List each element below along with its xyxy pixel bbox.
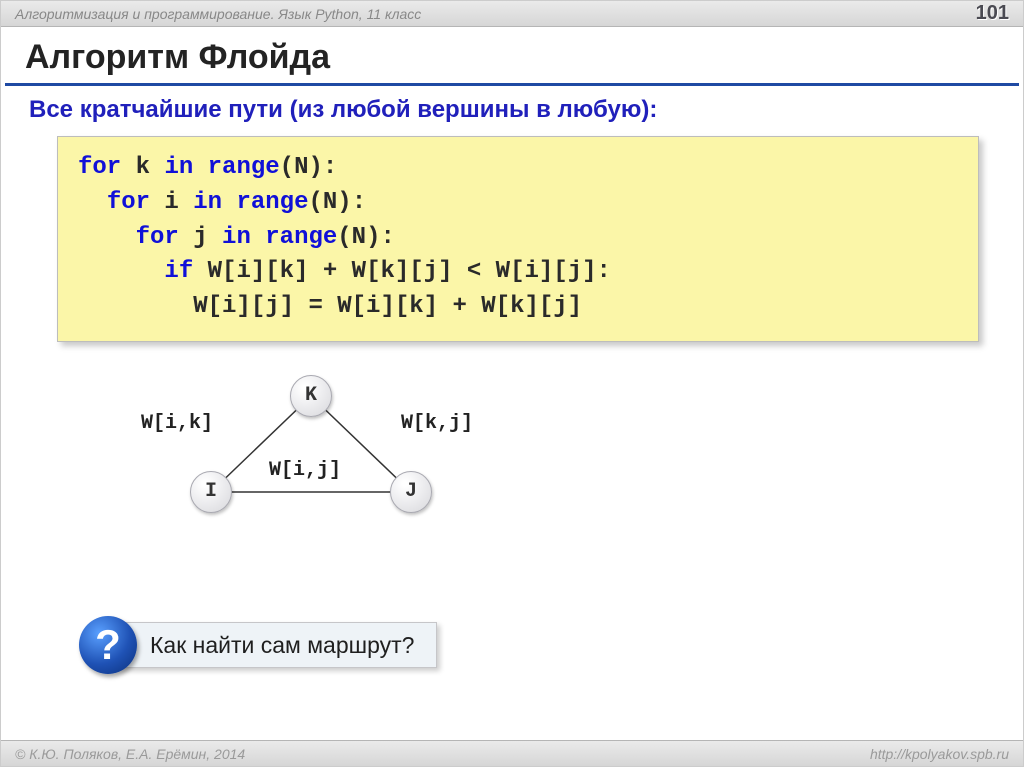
header-breadcrumb: Алгоритмизация и программирование. Язык … bbox=[15, 6, 421, 22]
footer-url: http://kpolyakov.spb.ru bbox=[870, 746, 1009, 762]
code-text: i bbox=[150, 189, 193, 216]
title-divider bbox=[5, 83, 1019, 86]
code-keyword: if bbox=[164, 258, 193, 285]
code-indent bbox=[78, 224, 136, 251]
graph-node-j: J bbox=[390, 471, 432, 513]
graph-diagram: K I J W[i,k] W[k,j] W[i,j] bbox=[131, 364, 491, 534]
slide-footer: © К.Ю. Поляков, Е.А. Ерёмин, 2014 http:/… bbox=[1, 740, 1023, 766]
graph-node-i: I bbox=[190, 471, 232, 513]
code-text: (N): bbox=[337, 224, 395, 251]
code-text bbox=[222, 189, 236, 216]
page-number: 101 bbox=[976, 2, 1009, 25]
code-text: k bbox=[121, 154, 164, 181]
code-text bbox=[193, 154, 207, 181]
code-text: (N): bbox=[280, 154, 338, 181]
footer-copyright: © К.Ю. Поляков, Е.А. Ерёмин, 2014 bbox=[15, 746, 245, 762]
code-text: W[i][k] + W[k][j] < W[i][j]: bbox=[193, 258, 611, 285]
code-text: j bbox=[179, 224, 222, 251]
code-indent bbox=[78, 189, 107, 216]
edge-label-ik: W[i,k] bbox=[141, 412, 213, 435]
code-keyword: range bbox=[265, 224, 337, 251]
code-keyword: in bbox=[164, 154, 193, 181]
edge-label-kj: W[k,j] bbox=[401, 412, 473, 435]
code-block: for k in range(N): for i in range(N): fo… bbox=[57, 136, 979, 342]
slide-header: Алгоритмизация и программирование. Язык … bbox=[1, 1, 1023, 27]
subtitle: Все кратчайшие пути (из любой вершины в … bbox=[1, 92, 1023, 136]
code-keyword: range bbox=[208, 154, 280, 181]
code-text bbox=[251, 224, 265, 251]
edge-label-ij: W[i,j] bbox=[269, 459, 341, 482]
code-keyword: for bbox=[107, 189, 150, 216]
code-keyword: range bbox=[236, 189, 308, 216]
code-keyword: in bbox=[193, 189, 222, 216]
code-indent bbox=[78, 258, 164, 285]
question-text: Как найти сам маршрут? bbox=[115, 622, 437, 668]
code-keyword: for bbox=[136, 224, 179, 251]
code-text: W[i][j] = W[i][k] + W[k][j] bbox=[193, 293, 582, 320]
code-keyword: in bbox=[222, 224, 251, 251]
question-block: ? Как найти сам маршрут? bbox=[79, 616, 437, 674]
question-mark-icon: ? bbox=[79, 616, 137, 674]
code-keyword: for bbox=[78, 154, 121, 181]
page-title: Алгоритм Флойда bbox=[1, 28, 1023, 83]
code-indent bbox=[78, 293, 193, 320]
code-text: (N): bbox=[308, 189, 366, 216]
graph-node-k: K bbox=[290, 375, 332, 417]
